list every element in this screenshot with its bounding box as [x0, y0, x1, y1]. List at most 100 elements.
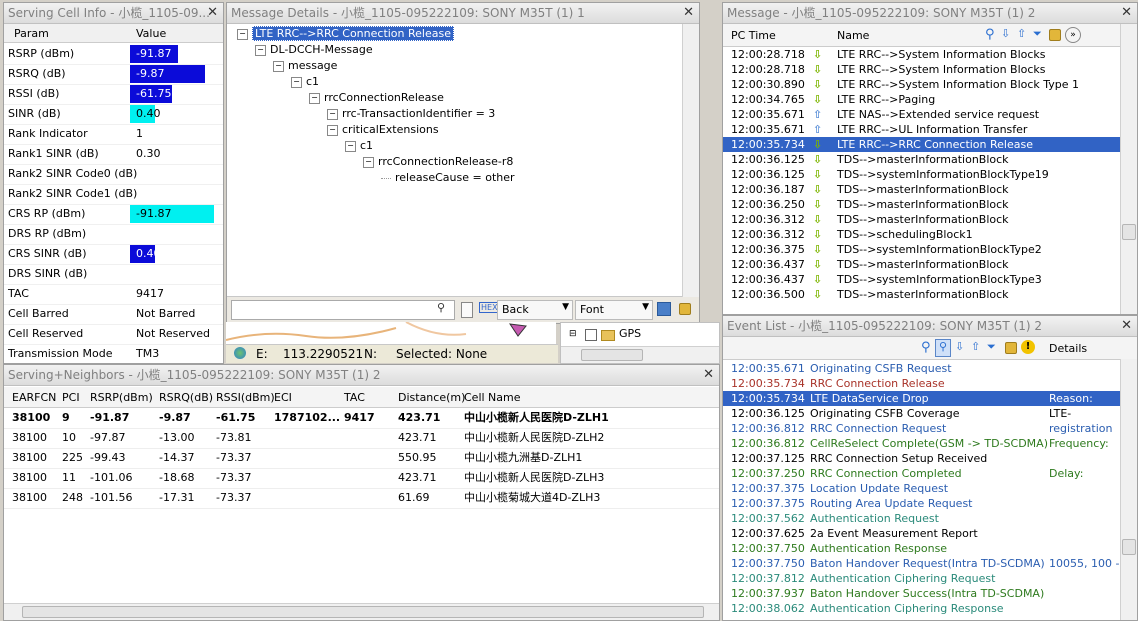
event-row[interactable]: 12:00:35.671 Originating CSFB Request	[723, 361, 1120, 376]
scroll-thumb[interactable]	[22, 606, 704, 618]
event-row[interactable]: 12:00:37.375 Routing Area Update Request	[723, 496, 1120, 511]
message-list-vscroll[interactable]	[1120, 24, 1137, 314]
arrow-down-icon[interactable]: ⇩	[955, 340, 964, 353]
message-row[interactable]: 12:00:36.312 ⇩ TDS-->schedulingBlock1	[723, 227, 1120, 242]
font-select[interactable]: Font ▼	[575, 300, 653, 320]
param-row[interactable]: RSSI (dB) -61.75	[4, 84, 223, 105]
param-row[interactable]: Rank1 SINR (dB) 0.30	[4, 144, 223, 165]
event-row[interactable]: 12:00:35.734 RRC Connection Release	[723, 376, 1120, 391]
message-row[interactable]: 12:00:36.125 ⇩ TDS-->systemInformationBloc…	[723, 167, 1120, 182]
tree-node[interactable]: − criticalExtensions	[327, 123, 439, 139]
tree-expander[interactable]: −	[327, 124, 338, 136]
spin-icon[interactable]	[461, 302, 473, 318]
tree-node[interactable]: − rrcConnectionRelease-r8	[363, 155, 513, 171]
tree-expander[interactable]: −	[363, 156, 374, 168]
message-row[interactable]: 12:00:36.312 ⇩ TDS-->masterInformationBloc…	[723, 212, 1120, 227]
event-row[interactable]: 12:00:36.812 RRC Connection Request regist…	[723, 421, 1120, 436]
neighbors-col-header[interactable]: Cell Name	[464, 391, 521, 404]
tree-expander[interactable]: −	[327, 108, 338, 120]
tree-node[interactable]: − c1	[345, 139, 373, 155]
message-row[interactable]: 12:00:36.437 ⇩ TDS-->masterInformationBloc…	[723, 257, 1120, 272]
tree-expander[interactable]: ⊟	[569, 329, 577, 339]
back-select[interactable]: Back ▼	[497, 300, 573, 320]
tree-expander[interactable]: −	[237, 28, 248, 40]
event-row[interactable]: 12:00:37.812 Authentication Ciphering Req…	[723, 571, 1120, 586]
tree-node[interactable]: − DL-DCCH-Message	[255, 43, 373, 59]
param-row[interactable]: DRS RP (dBm)	[4, 224, 223, 245]
message-row[interactable]: 12:00:36.187 ⇩ TDS-->masterInformationBloc…	[723, 182, 1120, 197]
neighbors-col-header[interactable]: RSRP(dBm)	[90, 391, 153, 404]
param-row[interactable]: Rank Indicator 1	[4, 124, 223, 145]
neighbor-row[interactable]: 38100 248 -101.56 -17.31 -73.37 61.69 中山小榄菊城大道…	[4, 488, 719, 509]
event-row[interactable]: 12:00:37.625 2a Event Measurement Report	[723, 526, 1120, 541]
scroll-thumb[interactable]	[1122, 539, 1136, 555]
message-row[interactable]: 12:00:36.250 ⇩ TDS-->masterInformationBloc…	[723, 197, 1120, 212]
lock-icon[interactable]	[679, 303, 691, 315]
tree-expander[interactable]: −	[345, 140, 356, 152]
filter-icon[interactable]: ⏷	[987, 340, 996, 354]
event-row[interactable]: 12:00:35.734 LTE DataService Drop Reason: …	[723, 391, 1120, 406]
message-row[interactable]: 12:00:35.671 ⇧ LTE RRC-->UL Information Tr…	[723, 122, 1120, 137]
scroll-thumb[interactable]	[1122, 224, 1136, 240]
close-icon[interactable]: ✕	[1121, 3, 1132, 23]
neighbors-col-header[interactable]: EARFCN	[12, 391, 56, 404]
message-row[interactable]: 12:00:30.890 ⇩ LTE RRC-->System Informatio…	[723, 77, 1120, 92]
lock-icon[interactable]	[1049, 29, 1061, 41]
tree-node[interactable]: − rrc-TransactionIdentifier = 3	[327, 107, 495, 123]
tree-expander[interactable]: −	[255, 44, 266, 56]
warning-icon[interactable]: !	[1021, 340, 1035, 354]
neighbors-col-header[interactable]: RSRQ(dB)	[159, 391, 213, 404]
event-list-vscroll[interactable]	[1120, 359, 1137, 620]
gps-hscroll[interactable]	[561, 346, 719, 363]
param-row[interactable]: Cell Barred Not Barred	[4, 304, 223, 325]
neighbors-col-header[interactable]: ECI	[274, 391, 292, 404]
arrow-up-icon[interactable]: ⇧	[1017, 27, 1026, 40]
event-row[interactable]: 12:00:38.062 Authentication Ciphering Res…	[723, 601, 1120, 616]
more-icon[interactable]: »	[1065, 27, 1081, 43]
param-row[interactable]: Rank2 SINR Code0 (dB)	[4, 164, 223, 185]
save-icon[interactable]	[657, 302, 671, 316]
col-pctime-header[interactable]: PC Time	[731, 29, 776, 42]
param-row[interactable]: Cell Reserved Not Reserved	[4, 324, 223, 345]
event-row[interactable]: 12:00:37.937 Baton Handover Success(Intra…	[723, 586, 1120, 601]
filter-icon[interactable]: ⏷	[1033, 27, 1042, 41]
arrow-down-icon[interactable]: ⇩	[1001, 27, 1010, 40]
neighbors-col-header[interactable]: RSSI(dBm)	[216, 391, 275, 404]
event-row[interactable]: 12:00:36.125 Originating CSFB Coverage LTE…	[723, 406, 1120, 421]
param-row[interactable]: Rank2 SINR Code1 (dB)	[4, 184, 223, 205]
neighbor-row[interactable]: 38100 11 -101.06 -18.68 -73.37 423.71 中山小榄新人民医…	[4, 468, 719, 489]
message-row[interactable]: 12:00:35.734 ⇩ LTE RRC-->RRC Connection Re…	[723, 137, 1120, 152]
tree-node[interactable]: − rrcConnectionRelease	[309, 91, 444, 107]
close-icon[interactable]: ✕	[683, 3, 694, 23]
tree-node[interactable]: − message	[273, 59, 337, 75]
tree-node[interactable]: − LTE RRC-->RRC Connection Release	[237, 26, 454, 43]
message-row[interactable]: 12:00:36.500 ⇩ TDS-->masterInformationBloc…	[723, 287, 1120, 302]
tree-node[interactable]: − c1	[291, 75, 319, 91]
param-row[interactable]: CRS SINR (dB) 0.40	[4, 244, 223, 265]
neighbor-row[interactable]: 38100 10 -97.87 -13.00 -73.81 423.71 中山小榄新人民医院…	[4, 428, 719, 449]
close-icon[interactable]: ✕	[703, 365, 714, 385]
param-row[interactable]: Transmission Mode TM3	[4, 344, 223, 363]
search-icon[interactable]: ⚲	[437, 301, 445, 314]
neighbors-hscroll[interactable]	[4, 603, 719, 620]
details-search-input[interactable]	[231, 300, 455, 320]
message-row[interactable]: 12:00:36.375 ⇩ TDS-->systemInformationBloc…	[723, 242, 1120, 257]
tree-expander[interactable]: −	[273, 60, 284, 72]
neighbors-col-header[interactable]: Distance(m)	[398, 391, 465, 404]
param-row[interactable]: TAC 9417	[4, 284, 223, 305]
param-row[interactable]: DRS SINR (dB)	[4, 264, 223, 285]
neighbor-row[interactable]: 38100 225 -99.43 -14.37 -73.37 550.95 中山小榄九洲基D…	[4, 448, 719, 469]
param-row[interactable]: RSRQ (dB) -9.87	[4, 64, 223, 85]
message-row[interactable]: 12:00:28.718 ⇩ LTE RRC-->System Informatio…	[723, 62, 1120, 77]
event-row[interactable]: 12:00:36.812 CellReSelect Complete(GSM ->…	[723, 436, 1120, 451]
tree-node[interactable]: releaseCause = other	[381, 171, 515, 187]
lock-icon[interactable]	[1005, 342, 1017, 354]
details-vscroll[interactable]	[682, 24, 699, 297]
event-row[interactable]: 12:00:37.750 Authentication Response	[723, 541, 1120, 556]
details-column-header[interactable]: Details	[1049, 342, 1087, 355]
tree-expander[interactable]: −	[309, 92, 320, 104]
arrow-up-icon[interactable]: ⇧	[971, 340, 980, 353]
event-row[interactable]: 12:00:37.375 Location Update Request	[723, 481, 1120, 496]
message-row[interactable]: 12:00:35.671 ⇧ LTE NAS-->Extended service …	[723, 107, 1120, 122]
search-icon[interactable]: ⚲	[921, 340, 931, 355]
